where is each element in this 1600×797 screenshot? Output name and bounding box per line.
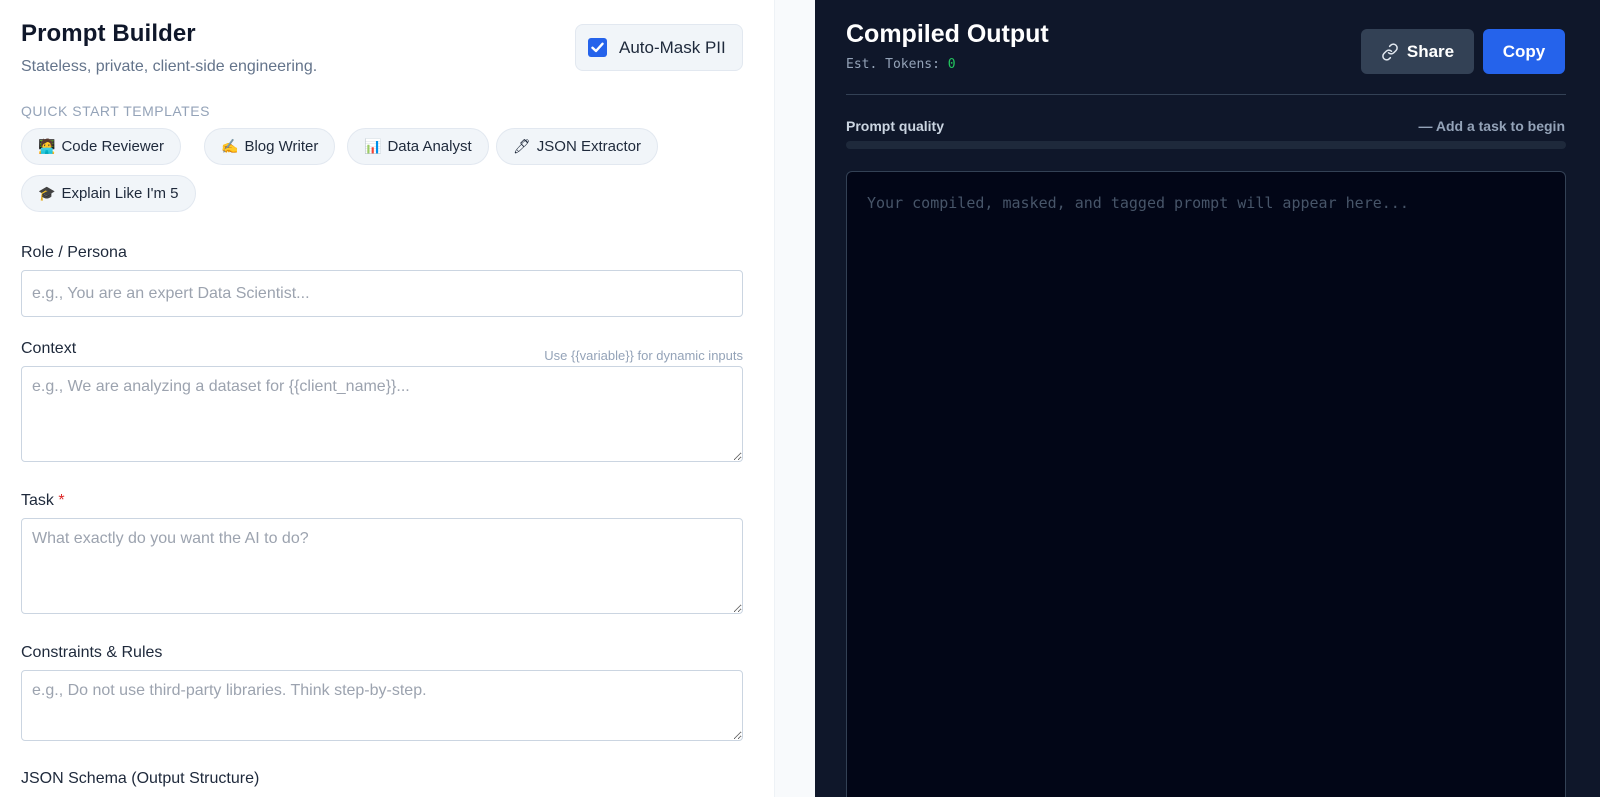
prompt-quality-bar: [846, 141, 1566, 149]
output-title: Compiled Output: [846, 20, 1049, 48]
template-label: Explain Like I'm 5: [61, 185, 179, 202]
role-input[interactable]: [21, 270, 743, 317]
prompt-builder-panel: Prompt Builder Stateless, private, clien…: [0, 0, 774, 797]
json-schema-label: JSON Schema (Output Structure): [21, 770, 260, 787]
template-json-extractor[interactable]: 🖊 JSON Extractor: [496, 128, 658, 165]
required-marker: *: [58, 492, 65, 509]
role-label: Role / Persona: [21, 244, 127, 261]
writing-hand-icon: ✍️: [221, 138, 239, 154]
bar-chart-icon: 📊: [364, 138, 382, 154]
context-label: Context: [21, 340, 77, 357]
share-label: Share: [1406, 41, 1455, 61]
page-subtitle: Stateless, private, client-side engineer…: [21, 58, 318, 75]
prompt-quality-label: Prompt quality: [846, 118, 945, 134]
task-label: Task *: [21, 492, 65, 510]
context-textarea[interactable]: [21, 366, 743, 462]
token-estimate: Est. Tokens: 0: [846, 57, 956, 72]
auto-mask-pii-label: Auto-Mask PII: [619, 37, 726, 57]
task-label-text: Task: [21, 492, 54, 509]
template-data-analyst[interactable]: 📊 Data Analyst: [347, 128, 489, 165]
page-title: Prompt Builder: [21, 20, 196, 47]
compiled-output-panel: Compiled Output Est. Tokens: 0 Share Cop…: [815, 0, 1600, 797]
share-button[interactable]: Share: [1361, 29, 1474, 74]
copy-button[interactable]: Copy: [1483, 29, 1565, 74]
prompt-quality-status: — Add a task to begin: [1418, 118, 1566, 134]
output-placeholder: Your compiled, masked, and tagged prompt…: [867, 194, 1409, 212]
graduation-cap-icon: 🎓: [38, 185, 56, 201]
token-estimate-value: 0: [947, 57, 956, 72]
task-textarea[interactable]: [21, 518, 743, 614]
link-icon: [1381, 42, 1399, 61]
panel-divider: [774, 0, 815, 797]
header-divider: [846, 94, 1566, 95]
coder-icon: 🧑‍💻: [38, 138, 56, 154]
template-code-reviewer[interactable]: 🧑‍💻 Code Reviewer: [21, 128, 181, 165]
auto-mask-pii-toggle[interactable]: Auto-Mask PII: [575, 24, 743, 71]
template-label: Data Analyst: [387, 138, 472, 155]
token-estimate-label: Est. Tokens:: [846, 57, 940, 72]
check-icon[interactable]: [588, 38, 607, 57]
compiled-output-area[interactable]: Your compiled, masked, and tagged prompt…: [846, 171, 1566, 797]
template-label: Code Reviewer: [61, 138, 164, 155]
context-hint: Use {{variable}} for dynamic inputs: [544, 348, 743, 363]
template-blog-writer[interactable]: ✍️ Blog Writer: [204, 128, 336, 165]
constraints-label: Constraints & Rules: [21, 644, 163, 661]
constraints-textarea[interactable]: [21, 670, 743, 741]
pen-icon: 🖊: [513, 138, 531, 154]
templates-section-label: QUICK START TEMPLATES: [21, 103, 210, 119]
template-label: Blog Writer: [244, 138, 319, 155]
template-explain-like-im-5[interactable]: 🎓 Explain Like I'm 5: [21, 175, 196, 212]
template-label: JSON Extractor: [536, 138, 641, 155]
